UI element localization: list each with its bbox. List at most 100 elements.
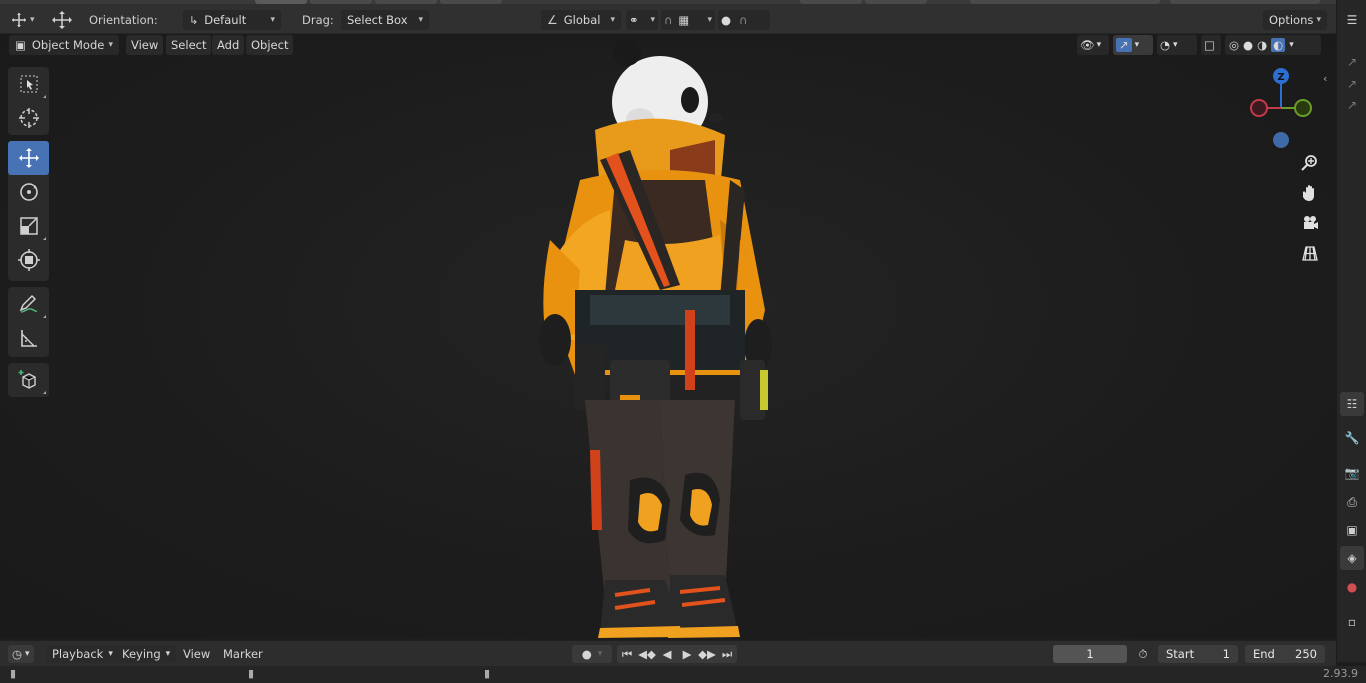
object-mode-icon: ▣ <box>15 38 26 52</box>
view-menu[interactable]: View <box>126 35 164 55</box>
options-label: Options <box>1269 13 1314 27</box>
tool-header: ▾ Orientation: ↳ Default ▾ Drag: Select … <box>0 0 1336 34</box>
orientation-dropdown[interactable]: ↳ Default ▾ <box>183 10 281 30</box>
world-properties-icon[interactable]: ● <box>1340 575 1364 599</box>
navigation-gizmo[interactable]: Z <box>1245 66 1315 151</box>
play-reverse-icon[interactable]: ◀ <box>657 647 677 661</box>
collection-properties-icon[interactable]: ▫ <box>1340 610 1364 634</box>
pivot-point-dropdown[interactable]: ⚭ ▾ <box>626 10 658 30</box>
object-mode-dropdown[interactable]: ▣ Object Mode ▾ <box>9 35 119 55</box>
marker-menu[interactable]: Marker <box>218 645 268 663</box>
orientation-label: Orientation: <box>89 10 158 30</box>
panda-character-model[interactable] <box>520 38 790 640</box>
gizmo-x-axis[interactable] <box>1250 99 1268 117</box>
play-icon[interactable]: ▶ <box>677 647 697 661</box>
rendered-shading-icon[interactable]: ◐ <box>1271 38 1286 52</box>
object-menu[interactable]: Object <box>246 35 294 55</box>
drag-dropdown[interactable]: Select Box ▾ <box>341 10 429 30</box>
perspective-grid-icon[interactable] <box>1297 240 1323 266</box>
move-icon[interactable] <box>50 10 74 30</box>
editor-type-dropdown[interactable]: ▾ <box>8 10 35 30</box>
magnet-icon: ∩ <box>664 13 673 27</box>
object-menu-label: Object <box>251 38 289 52</box>
select-menu[interactable]: Select <box>166 35 212 55</box>
camera-view-icon[interactable] <box>1297 210 1323 236</box>
workspace-tab[interactable] <box>310 0 372 4</box>
tool-settings-wrench-icon[interactable]: 🔧 <box>1340 426 1364 450</box>
proportional-edit-toggle[interactable]: ● ∩ <box>718 10 770 30</box>
chevron-down-icon: ▾ <box>610 15 615 25</box>
output-properties-printer-icon[interactable]: ⎙ <box>1340 490 1364 514</box>
workspace-tabs-strip <box>0 0 1336 4</box>
gizmo-y-axis[interactable] <box>1294 99 1312 117</box>
auto-keying-toggle[interactable]: ● ▾ <box>572 645 612 663</box>
object-mode-label: Object Mode <box>31 38 105 52</box>
chevron-down-icon: ▾ <box>108 40 113 50</box>
material-preview-icon[interactable]: ◑ <box>1257 38 1267 52</box>
playback-menu[interactable]: Playback ▾ <box>46 645 119 663</box>
add-menu[interactable]: Add <box>212 35 245 55</box>
scene-properties-icon[interactable]: ◈ <box>1340 546 1364 570</box>
view-layer-icon[interactable]: ▣ <box>1340 518 1364 542</box>
measure-tool[interactable] <box>8 321 49 355</box>
toolbar-add-group <box>8 363 49 397</box>
zoom-icon[interactable] <box>1297 150 1323 176</box>
visibility-dropdown[interactable]: 👁 ▾ <box>1077 35 1109 55</box>
outliner-restrict-icon[interactable]: ↗ <box>1340 50 1364 74</box>
add-menu-label: Add <box>217 38 240 52</box>
cursor-tool[interactable] <box>8 101 49 135</box>
workspace-tab[interactable] <box>375 0 437 4</box>
sidebar-toggle-chevron-icon[interactable]: ‹ <box>1323 72 1327 85</box>
options-dropdown[interactable]: Options ▾ <box>1263 10 1327 30</box>
timeline-view-menu[interactable]: View <box>178 645 215 663</box>
overlays-toggle[interactable]: ◔ ▾ <box>1157 35 1197 55</box>
render-properties-icon[interactable]: 📷 <box>1340 461 1364 485</box>
solid-shading-icon[interactable]: ● <box>1243 38 1253 52</box>
scale-tool[interactable] <box>8 209 49 243</box>
wireframe-shading-icon[interactable]: ◎ <box>1229 38 1239 52</box>
move-tool[interactable] <box>8 141 49 175</box>
outliner-icon[interactable]: ☰ <box>1340 8 1364 32</box>
rotate-tool[interactable] <box>8 175 49 209</box>
jump-end-icon[interactable]: ⏭ <box>717 647 737 662</box>
falloff-curve-icon: ∩ <box>739 13 748 27</box>
outliner-restrict-icon[interactable]: ↗ <box>1340 93 1364 117</box>
pan-hand-icon[interactable] <box>1297 180 1323 206</box>
select-box-tool[interactable] <box>8 67 49 101</box>
transform-orientation-dropdown[interactable]: ∠ Global ▾ <box>541 10 621 30</box>
cursor-icon <box>18 108 39 128</box>
current-frame-field[interactable]: 1 <box>1053 645 1127 663</box>
start-label: Start <box>1166 647 1195 661</box>
annotate-tool[interactable] <box>8 287 49 321</box>
workspace-tab[interactable] <box>800 0 862 4</box>
snap-toggle[interactable]: ∩ ▦ ▾ <box>661 10 715 30</box>
view-layer-selector[interactable] <box>1170 0 1320 4</box>
scene-selector[interactable] <box>970 0 1160 4</box>
workspace-tab-active[interactable] <box>255 0 307 4</box>
properties-tool-tab-icon[interactable]: ☷ <box>1340 392 1364 416</box>
transform-tool-icon <box>8 10 30 30</box>
panda-character-render <box>539 38 772 638</box>
end-frame-field[interactable]: End 250 <box>1245 645 1325 663</box>
workspace-tab[interactable] <box>440 0 502 4</box>
jump-start-icon[interactable]: ⏮ <box>617 647 637 662</box>
gizmo-neg-z-axis[interactable] <box>1273 132 1289 148</box>
next-keyframe-icon[interactable]: ◆▶ <box>697 647 717 661</box>
add-cube-tool[interactable] <box>8 363 49 397</box>
toolbar-annotate-group <box>8 287 49 357</box>
previous-keyframe-icon[interactable]: ◀◆ <box>637 647 657 661</box>
preview-range-stopwatch-icon[interactable]: ⏱ <box>1132 645 1154 663</box>
chevron-down-icon: ▾ <box>270 15 275 25</box>
current-frame-value: 1 <box>1086 647 1094 661</box>
xray-icon: □ <box>1204 38 1215 52</box>
transform-tool[interactable] <box>8 243 49 277</box>
start-frame-field[interactable]: Start 1 <box>1158 645 1238 663</box>
keying-menu[interactable]: Keying ▾ <box>116 645 177 663</box>
gizmo-toggle[interactable]: ↗ ▾ <box>1113 35 1153 55</box>
end-label: End <box>1253 647 1275 661</box>
workspace-tab[interactable] <box>865 0 927 4</box>
mouse-middle-icon: ▮ <box>248 667 255 680</box>
chevron-down-icon[interactable]: ▾ <box>1289 40 1294 50</box>
xray-toggle[interactable]: □ <box>1201 35 1221 55</box>
timeline-editor-type-dropdown[interactable]: ◷ ▾ <box>8 645 34 663</box>
